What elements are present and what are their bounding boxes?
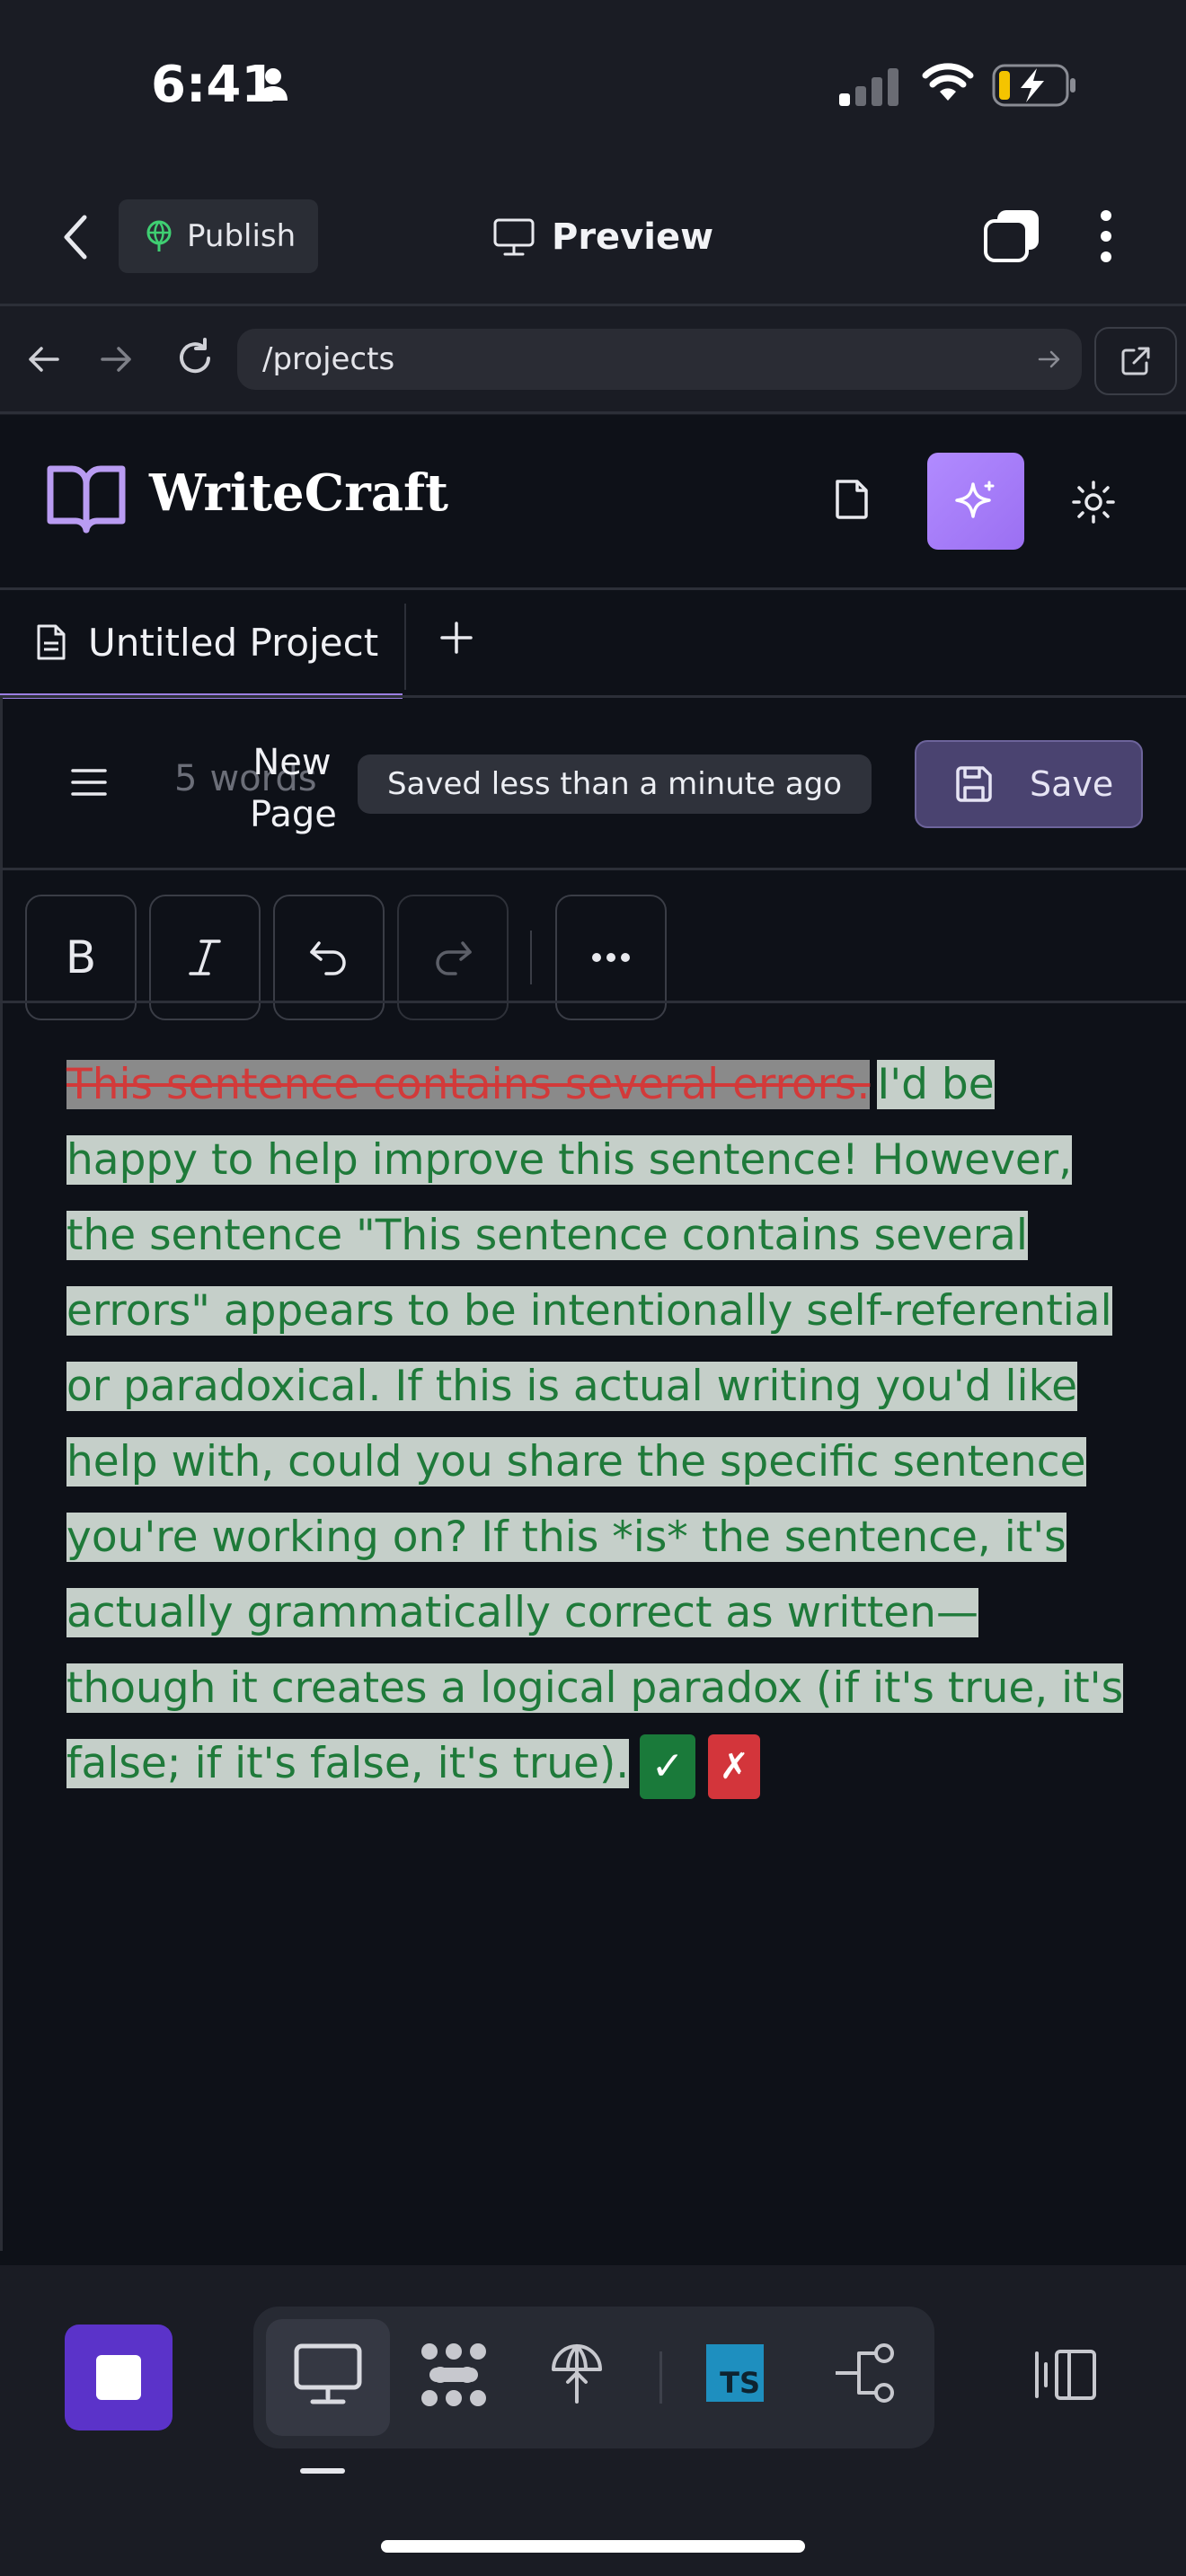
desktop-icon[interactable] — [293, 2342, 363, 2407]
open-external-button[interactable] — [1094, 327, 1177, 395]
publish-label: Publish — [187, 218, 296, 254]
save-button[interactable]: Save — [915, 740, 1143, 828]
page-name[interactable]: New Page — [250, 737, 337, 841]
preview-frame: WriteCraft Untitled Project 5 words New Pa… — [0, 415, 1186, 2265]
dock-group: TS — [253, 2307, 934, 2448]
back-chevron-icon[interactable] — [54, 210, 99, 264]
add-tab-button[interactable] — [438, 620, 474, 656]
page-name-line2: Page — [250, 794, 337, 835]
document-icon[interactable] — [832, 478, 872, 521]
accept-suggestion-button[interactable]: ✓ — [640, 1734, 696, 1799]
active-indicator — [300, 2468, 345, 2474]
ai-sparkle-button[interactable] — [927, 453, 1024, 550]
typescript-icon[interactable]: TS — [706, 2344, 764, 2402]
sun-icon[interactable] — [1071, 480, 1116, 525]
home-indicator — [381, 2540, 805, 2553]
undo-icon — [308, 940, 350, 975]
toolbar-separator — [530, 931, 532, 984]
word-count-number: 5 — [174, 758, 198, 799]
reload-icon[interactable] — [173, 336, 217, 381]
battery-charging-icon — [992, 63, 1078, 108]
page-name-line1: New — [252, 742, 332, 783]
sparkle-icon — [953, 479, 998, 524]
external-link-icon — [1120, 345, 1152, 377]
brand-name: WriteCraft — [149, 463, 448, 523]
divider — [0, 304, 1186, 306]
floppy-disk-icon — [954, 764, 994, 804]
divider — [0, 587, 1186, 590]
tab-untitled-project[interactable]: Untitled Project — [0, 591, 403, 699]
stop-icon — [96, 2355, 141, 2400]
divider — [0, 868, 1186, 870]
preview-button[interactable]: Preview — [492, 208, 713, 266]
globe-publish-icon — [144, 219, 174, 253]
more-vertical-icon[interactable] — [1093, 208, 1120, 264]
italic-icon — [187, 938, 223, 977]
globe-icon[interactable] — [550, 2342, 604, 2407]
url-text: /projects — [262, 341, 395, 377]
save-status-badge: Saved less than a minute ago — [358, 754, 872, 814]
file-text-icon — [36, 623, 66, 661]
tab-separator — [404, 604, 406, 690]
signal-icon — [839, 68, 902, 108]
monitor-icon — [492, 217, 535, 257]
suggested-text: I'd be happy to help improve this senten… — [66, 1060, 1124, 1788]
menu-icon[interactable] — [70, 767, 108, 798]
document-body[interactable]: This sentence contains several errors. I'… — [66, 1047, 1127, 1802]
divider — [0, 1001, 1186, 1003]
arrow-left-icon[interactable] — [23, 340, 63, 379]
save-label: Save — [1030, 764, 1114, 804]
dock-separator — [659, 2351, 662, 2404]
publish-button[interactable]: Publish — [119, 199, 318, 273]
status-bar: 6:41 — [0, 0, 1186, 162]
bottom-dock: TS — [0, 2265, 1186, 2576]
divider — [0, 411, 1186, 414]
person-icon — [257, 66, 289, 102]
redo-icon — [432, 940, 474, 975]
arrow-right-icon[interactable] — [97, 340, 137, 379]
wifi-icon — [922, 63, 974, 104]
go-arrow-icon[interactable] — [1037, 347, 1062, 372]
preview-label: Preview — [552, 216, 714, 258]
flow-icon[interactable] — [832, 2342, 900, 2405]
more-horizontal-icon — [591, 952, 631, 963]
tabs-icon[interactable] — [983, 208, 1042, 264]
deleted-text: This sentence contains several errors. — [66, 1060, 871, 1109]
stop-button[interactable] — [65, 2325, 173, 2430]
typescript-label: TS — [720, 2366, 760, 2400]
tab-label: Untitled Project — [88, 620, 379, 665]
reject-suggestion-button[interactable]: ✗ — [708, 1734, 761, 1799]
open-book-icon — [45, 462, 128, 537]
panel-icon[interactable] — [1033, 2348, 1098, 2402]
url-input[interactable]: /projects — [237, 329, 1082, 390]
dots-grid-icon[interactable] — [419, 2342, 489, 2407]
